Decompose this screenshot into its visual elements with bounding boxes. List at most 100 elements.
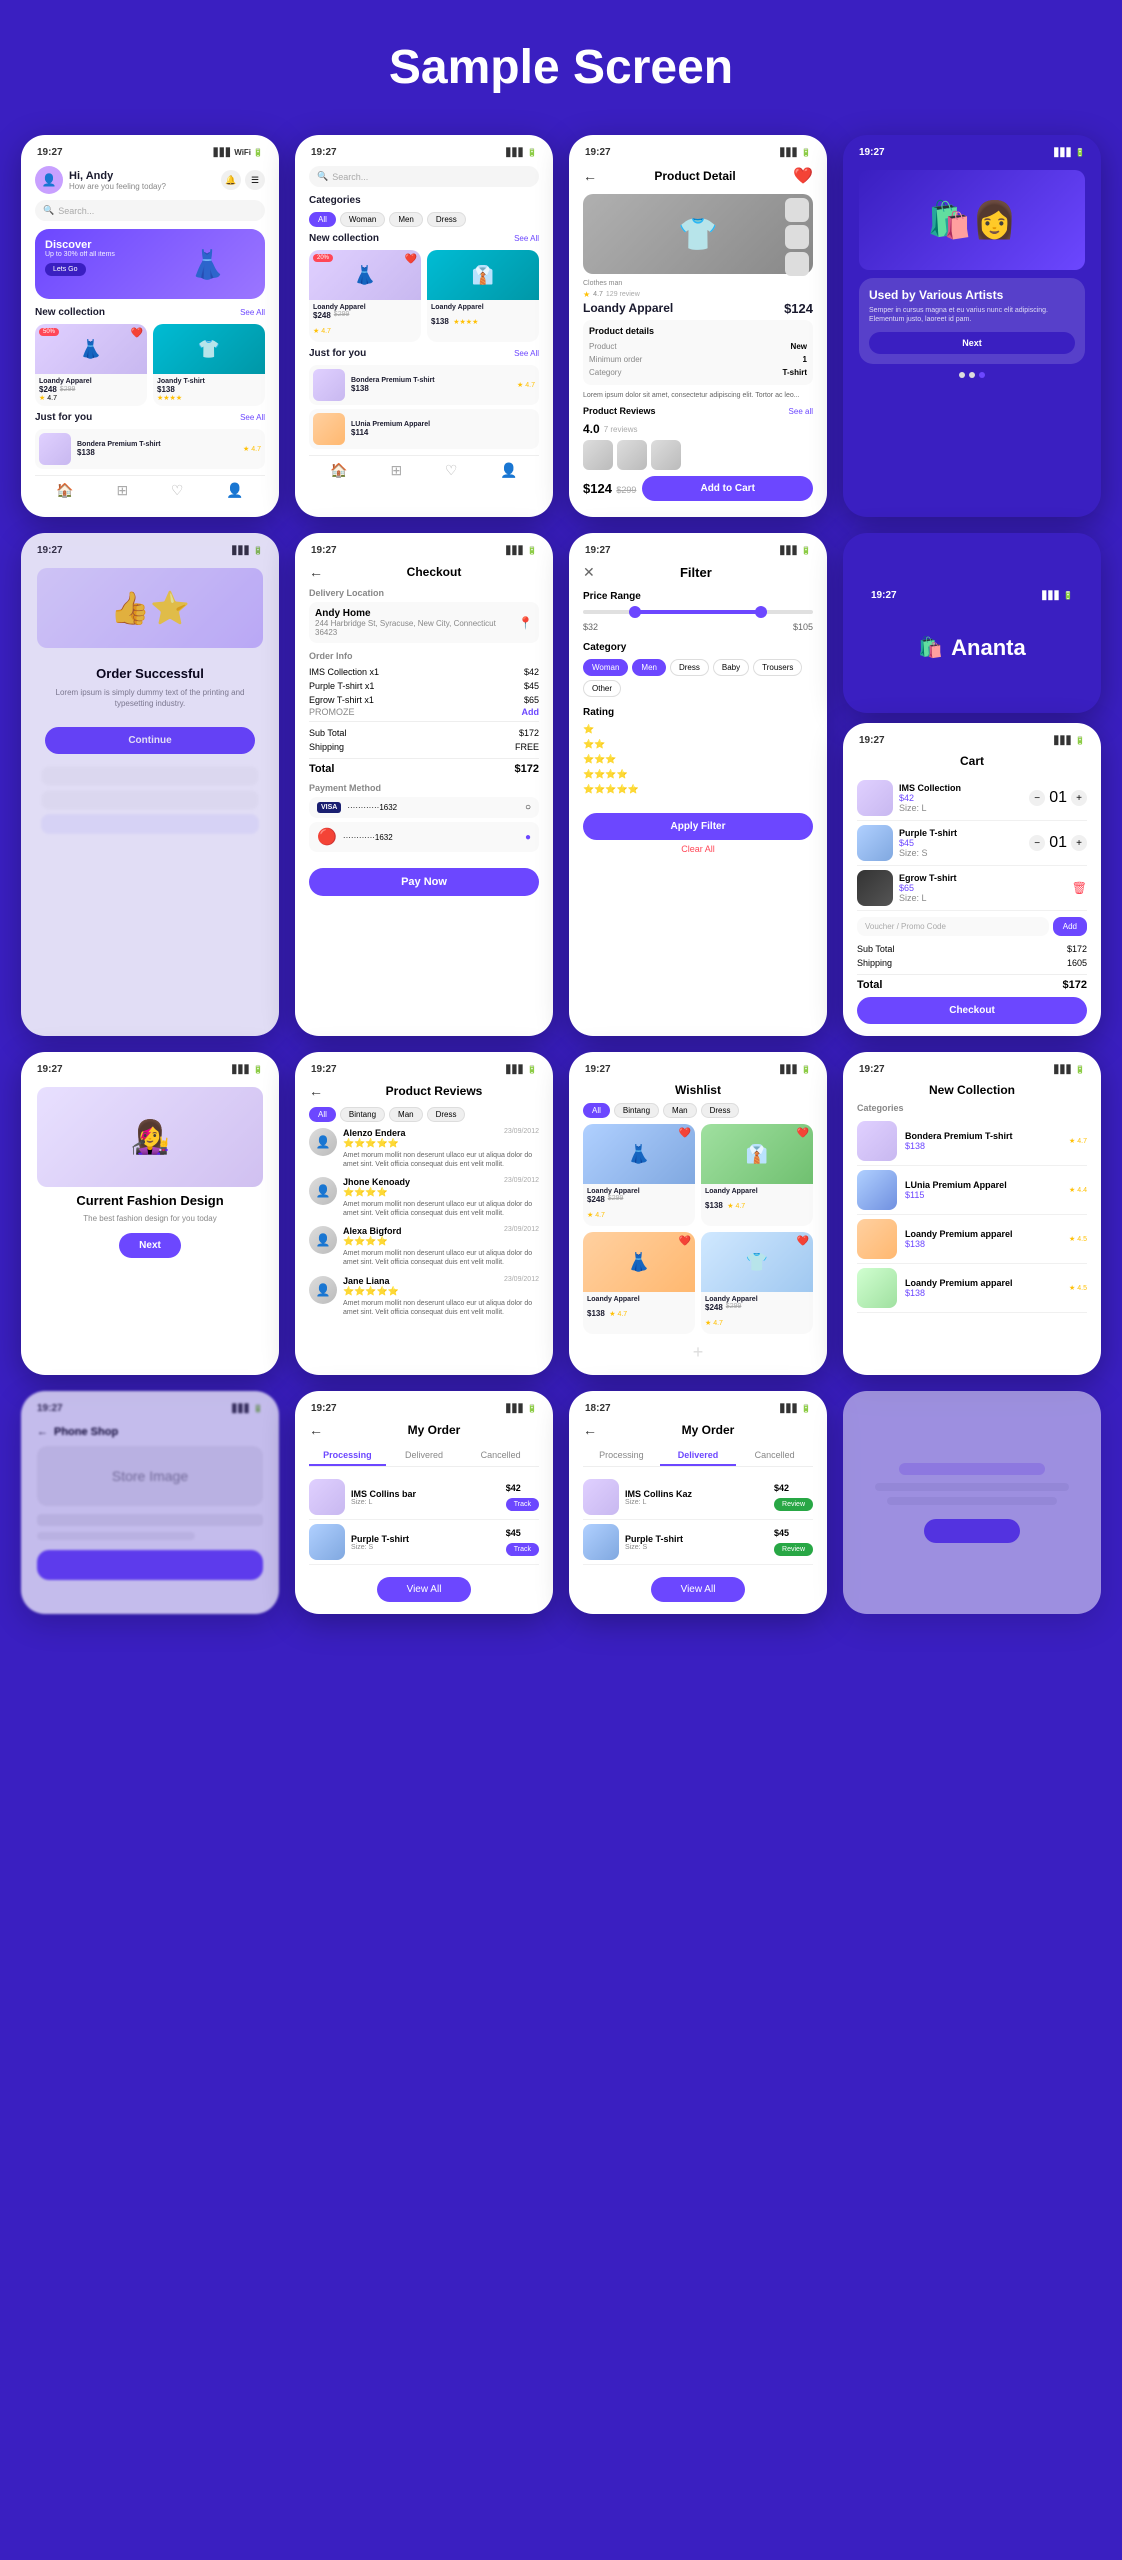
see-all-reviews[interactable]: See all xyxy=(789,407,813,416)
newcoll-item-3[interactable]: Loandy Premium apparel $138 ★ 4.5 xyxy=(857,1215,1087,1264)
wish-cat-dress[interactable]: Dress xyxy=(701,1103,740,1118)
wishlist-item-3[interactable]: 👗 ❤️ Loandy Apparel $138 ★ 4.7 xyxy=(583,1232,695,1334)
filter-cat-other[interactable]: Other xyxy=(583,680,621,697)
nav-cats-heart[interactable]: ♡ xyxy=(445,462,458,479)
filter-close-btn[interactable]: ✕ xyxy=(583,564,595,581)
heart-icon-detail[interactable]: ❤️ xyxy=(793,166,813,186)
wish-heart-1[interactable]: ❤️ xyxy=(679,1128,691,1139)
clear-all-btn[interactable]: Clear All xyxy=(583,844,813,854)
tab2-processing[interactable]: Processing xyxy=(583,1446,660,1466)
apply-filter-btn[interactable]: Apply Filter xyxy=(583,813,813,840)
rating-row-4[interactable]: ⭐⭐⭐⭐ xyxy=(583,769,813,780)
wish-cat-man[interactable]: Man xyxy=(663,1103,697,1118)
nav-home[interactable]: 🏠 xyxy=(56,482,73,499)
track-btn-2[interactable]: Track xyxy=(506,1543,539,1556)
add-promo-btn[interactable]: Add xyxy=(522,707,540,717)
product-card-1[interactable]: 👗 50% ❤️ Loandy Apparel $248 $299 ★ 4.7 xyxy=(35,324,147,406)
newcoll-item-4[interactable]: Loandy Premium apparel $138 ★ 4.5 xyxy=(857,1264,1087,1313)
voucher-add-btn[interactable]: Add xyxy=(1053,917,1087,936)
wishlist-add-icon[interactable]: + xyxy=(693,1342,704,1362)
cat-dress[interactable]: Dress xyxy=(427,212,466,227)
wishlist-item-2[interactable]: 👔 ❤️ Loandy Apparel $138 ★ 4.7 xyxy=(701,1124,813,1226)
review-btn-1[interactable]: Review xyxy=(774,1498,813,1511)
nav-cats-user[interactable]: 👤 xyxy=(500,462,517,479)
qty-plus-1[interactable]: + xyxy=(1071,790,1087,806)
price-handle-max[interactable] xyxy=(755,606,767,618)
filter-cat-baby[interactable]: Baby xyxy=(713,659,749,676)
qty-minus-2[interactable]: − xyxy=(1029,835,1045,851)
wish-heart-3[interactable]: ❤️ xyxy=(679,1236,691,1247)
newcoll-item-1[interactable]: Bondera Premium T-shirt $138 ★ 4.7 xyxy=(857,1117,1087,1166)
notification-icon[interactable]: 🔔 xyxy=(221,170,241,190)
wish-cat-bintang[interactable]: Bintang xyxy=(614,1103,659,1118)
nav-cats-home[interactable]: 🏠 xyxy=(330,462,347,479)
delete-btn-3[interactable]: 🗑 xyxy=(1072,881,1087,895)
cat-men[interactable]: Men xyxy=(389,212,423,227)
rev-cat-man[interactable]: Man xyxy=(389,1107,423,1122)
wish-heart-2[interactable]: ❤️ xyxy=(797,1128,809,1139)
wish-cat-all[interactable]: All xyxy=(583,1103,610,1118)
voucher-input[interactable]: Voucher / Promo Code xyxy=(857,917,1049,936)
see-all-cats[interactable]: See All xyxy=(514,234,539,243)
price-range-bar[interactable] xyxy=(583,610,813,614)
payment-mc[interactable]: 🔴 ············1632 ● xyxy=(309,822,539,852)
cat-product-1[interactable]: 👗 20% ❤️ Loandy Apparel $248 $299 ★ 4.7 xyxy=(309,250,421,342)
price-handle-min[interactable] xyxy=(629,606,641,618)
filter-cat-trousers[interactable]: Trousers xyxy=(753,659,802,676)
view-all-orders-btn[interactable]: View All xyxy=(377,1577,472,1602)
qty-minus-1[interactable]: − xyxy=(1029,790,1045,806)
filter-cat-woman[interactable]: Woman xyxy=(583,659,628,676)
menu-icon[interactable]: ☰ xyxy=(245,170,265,190)
payment-visa[interactable]: VISA ············1632 ○ xyxy=(309,797,539,818)
rev-cat-all[interactable]: All xyxy=(309,1107,336,1122)
qty-plus-2[interactable]: + xyxy=(1071,835,1087,851)
wish-heart-4[interactable]: ❤️ xyxy=(797,1236,809,1247)
nav-user[interactable]: 👤 xyxy=(226,482,243,499)
cat-all[interactable]: All xyxy=(309,212,336,227)
search-bar-categories[interactable]: 🔍 Search... xyxy=(309,166,539,187)
tab-cancelled[interactable]: Cancelled xyxy=(462,1446,539,1466)
add-to-cart-btn[interactable]: Add to Cart xyxy=(642,476,813,501)
rating-row-5[interactable]: ⭐⭐⭐⭐⭐ xyxy=(583,784,813,795)
newcoll-item-2[interactable]: LUnia Premium Apparel $115 ★ 4.4 xyxy=(857,1166,1087,1215)
jfy-cats-item-1[interactable]: Bondera Premium T-shirt $138 ★ 4.7 xyxy=(309,365,539,405)
fashion-next-btn[interactable]: Next xyxy=(119,1233,181,1258)
visa-select[interactable]: ○ xyxy=(525,802,531,813)
heart-icon-1[interactable]: ❤️ xyxy=(131,328,143,339)
checkout-btn[interactable]: Checkout xyxy=(857,997,1087,1024)
nav-grid[interactable]: ⊞ xyxy=(116,482,128,499)
artist-next-btn[interactable]: Next xyxy=(869,332,1075,354)
pay-now-btn[interactable]: Pay Now xyxy=(309,868,539,896)
nav-heart[interactable]: ♡ xyxy=(171,482,184,499)
cat-heart-1[interactable]: ❤️ xyxy=(405,254,417,265)
rating-row-2[interactable]: ⭐⭐ xyxy=(583,739,813,750)
cat-product-2[interactable]: 👔 Loandy Apparel $138 ★★★★ xyxy=(427,250,539,342)
back-btn-checkout[interactable]: ← xyxy=(309,564,323,580)
cat-woman[interactable]: Woman xyxy=(340,212,385,227)
mc-select[interactable]: ● xyxy=(525,832,531,843)
back-btn-detail[interactable]: ← xyxy=(583,168,597,184)
wishlist-item-1[interactable]: 👗 ❤️ Loandy Apparel $248 $299 ★ 4.7 xyxy=(583,1124,695,1226)
discover-btn[interactable]: Lets Go xyxy=(45,263,86,276)
rating-row-1[interactable]: ⭐ xyxy=(583,724,813,735)
tab2-cancelled[interactable]: Cancelled xyxy=(736,1446,813,1466)
search-bar-home[interactable]: 🔍 Search... xyxy=(35,200,265,221)
back-btn-order2[interactable]: ← xyxy=(583,1422,597,1438)
wishlist-item-4[interactable]: 👕 ❤️ Loandy Apparel $248 $299 ★ 4.7 xyxy=(701,1232,813,1334)
track-btn-1[interactable]: Track xyxy=(506,1498,539,1511)
tab-delivered[interactable]: Delivered xyxy=(386,1446,463,1466)
view-all-delivered-btn[interactable]: View All xyxy=(651,1577,746,1602)
jfy-cats-item-2[interactable]: LUnia Premium Apparel $114 xyxy=(309,409,539,449)
nav-cats-grid[interactable]: ⊞ xyxy=(390,462,402,479)
see-all-jfy-cats[interactable]: See All xyxy=(514,349,539,358)
back-btn-order1[interactable]: ← xyxy=(309,1422,323,1438)
filter-cat-dress[interactable]: Dress xyxy=(670,659,709,676)
rev-cat-bintang[interactable]: Bintang xyxy=(340,1107,385,1122)
review-btn-2[interactable]: Review xyxy=(774,1543,813,1556)
continue-btn[interactable]: Continue xyxy=(45,727,255,754)
rating-row-3[interactable]: ⭐⭐⭐ xyxy=(583,754,813,765)
see-all-new-collection[interactable]: See All xyxy=(240,308,265,317)
back-btn-reviews[interactable]: ← xyxy=(309,1083,323,1099)
jfy-item-1[interactable]: Bondera Premium T-shirt $138 ★ 4.7 xyxy=(35,429,265,469)
filter-cat-men[interactable]: Men xyxy=(632,659,666,676)
